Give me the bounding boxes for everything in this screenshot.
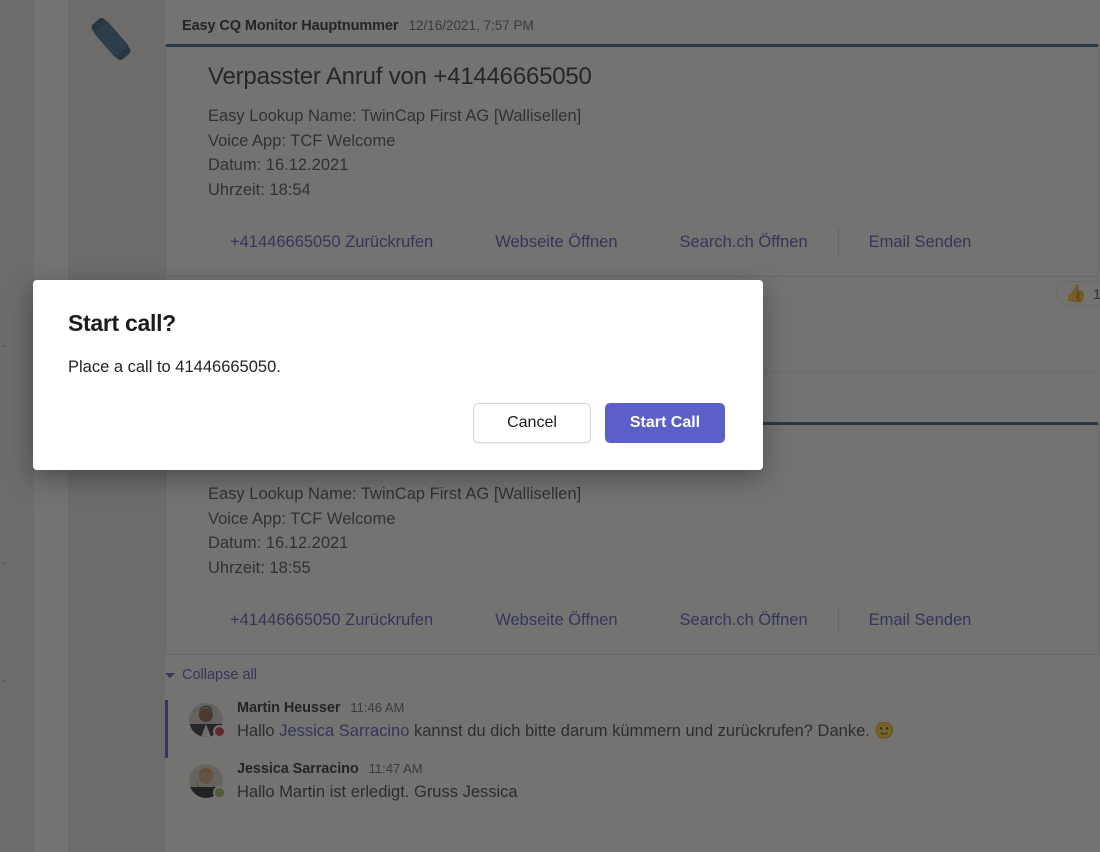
dialog-body-text: Place a call to 41446665050. xyxy=(68,358,281,376)
dialog-title: Start call? xyxy=(68,310,176,336)
start-call-button[interactable]: Start Call xyxy=(605,403,725,443)
cancel-button[interactable]: Cancel xyxy=(473,403,591,443)
dialog-actions: Cancel Start Call xyxy=(473,403,725,443)
start-call-dialog: Start call? Place a call to 41446665050.… xyxy=(33,280,763,470)
